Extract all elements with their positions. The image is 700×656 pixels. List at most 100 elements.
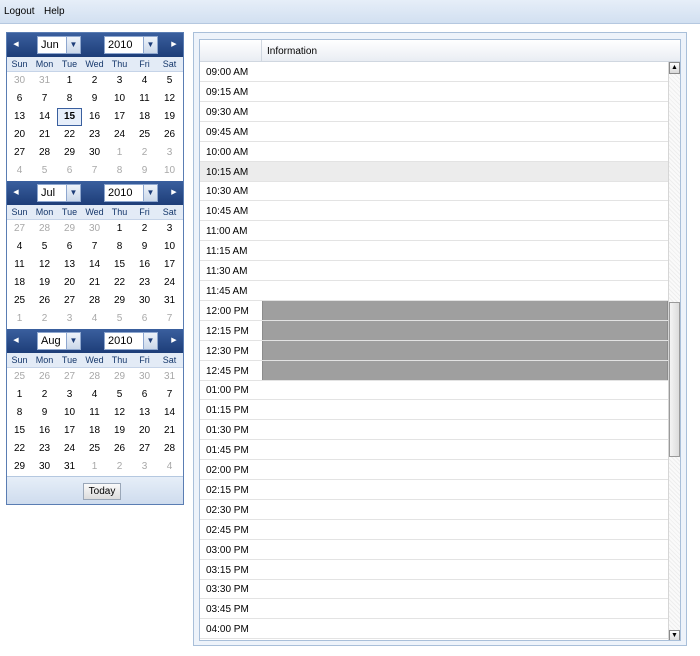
day-cell[interactable]: 10	[157, 162, 182, 180]
next-month-icon[interactable]: ▶	[165, 33, 183, 57]
day-cell[interactable]: 3	[157, 220, 182, 238]
day-cell[interactable]: 31	[157, 292, 182, 310]
day-cell[interactable]: 5	[157, 72, 182, 90]
day-cell[interactable]: 18	[82, 422, 107, 440]
month-select[interactable]: Aug ▼	[37, 332, 81, 350]
day-cell[interactable]: 1	[57, 72, 82, 90]
day-cell[interactable]: 15	[57, 108, 82, 126]
day-cell[interactable]: 9	[32, 404, 57, 422]
day-cell[interactable]: 12	[32, 256, 57, 274]
time-slot-row[interactable]: 01:30 PM	[200, 420, 668, 441]
day-cell[interactable]: 23	[132, 274, 157, 292]
booked-slot[interactable]	[262, 360, 668, 380]
next-month-icon[interactable]: ▶	[165, 181, 183, 205]
day-cell[interactable]: 11	[7, 256, 32, 274]
day-cell[interactable]: 18	[7, 274, 32, 292]
day-cell[interactable]: 20	[7, 126, 32, 144]
year-select[interactable]: 2010 ▼	[104, 332, 158, 350]
day-cell[interactable]: 27	[7, 144, 32, 162]
day-cell[interactable]: 24	[107, 126, 132, 144]
day-cell[interactable]: 8	[107, 238, 132, 256]
day-cell[interactable]: 16	[32, 422, 57, 440]
time-slot-row[interactable]: 11:15 AM	[200, 241, 668, 262]
time-slot-row[interactable]: 09:45 AM	[200, 122, 668, 142]
day-cell[interactable]: 28	[82, 292, 107, 310]
day-cell[interactable]: 9	[132, 162, 157, 180]
day-cell[interactable]: 31	[157, 368, 182, 386]
time-slot-row[interactable]: 01:15 PM	[200, 400, 668, 421]
year-select[interactable]: 2010 ▼	[104, 184, 158, 202]
day-cell[interactable]: 18	[132, 108, 157, 126]
day-cell[interactable]: 24	[57, 440, 82, 458]
day-cell[interactable]: 26	[32, 368, 57, 386]
day-cell[interactable]: 2	[132, 144, 157, 162]
day-cell[interactable]: 4	[7, 238, 32, 256]
day-cell[interactable]: 31	[57, 458, 82, 476]
day-cell[interactable]: 1	[7, 386, 32, 404]
day-cell[interactable]: 5	[107, 386, 132, 404]
day-cell[interactable]: 21	[82, 274, 107, 292]
day-cell[interactable]: 22	[107, 274, 132, 292]
day-cell[interactable]: 27	[57, 292, 82, 310]
time-slot-row[interactable]: 04:00 PM	[200, 619, 668, 640]
day-cell[interactable]: 5	[107, 310, 132, 328]
year-select[interactable]: 2010 ▼	[104, 36, 158, 54]
day-cell[interactable]: 10	[107, 90, 132, 108]
scroll-down-arrow-icon[interactable]: ▼	[669, 630, 680, 640]
day-cell[interactable]: 19	[157, 108, 182, 126]
time-slot-row[interactable]: 12:30 PM	[200, 340, 668, 361]
day-cell[interactable]: 22	[7, 440, 32, 458]
day-cell[interactable]: 29	[7, 458, 32, 476]
day-cell[interactable]: 8	[57, 90, 82, 108]
time-slot-row[interactable]: 03:30 PM	[200, 579, 668, 600]
booked-slot[interactable]	[262, 340, 668, 360]
vertical-scrollbar[interactable]: ▲ ▼	[668, 62, 680, 640]
day-cell[interactable]: 8	[107, 162, 132, 180]
day-cell[interactable]: 25	[7, 368, 32, 386]
time-slot-row[interactable]: 02:15 PM	[200, 480, 668, 500]
day-cell[interactable]: 9	[132, 238, 157, 256]
day-cell[interactable]: 21	[32, 126, 57, 144]
time-slot-row[interactable]: 10:00 AM	[200, 142, 668, 162]
next-month-icon[interactable]: ▶	[165, 329, 183, 353]
day-cell[interactable]: 9	[82, 90, 107, 108]
day-cell[interactable]: 24	[157, 274, 182, 292]
time-slot-row[interactable]: 12:00 PM	[200, 300, 668, 321]
day-cell[interactable]: 2	[107, 458, 132, 476]
scroll-thumb[interactable]	[669, 302, 680, 457]
time-slot-row[interactable]: 03:15 PM	[200, 560, 668, 580]
day-cell[interactable]: 29	[57, 144, 82, 162]
day-cell[interactable]: 17	[57, 422, 82, 440]
day-cell[interactable]: 20	[57, 274, 82, 292]
day-cell[interactable]: 17	[157, 256, 182, 274]
day-cell[interactable]: 4	[157, 458, 182, 476]
day-cell[interactable]: 28	[32, 144, 57, 162]
month-select[interactable]: Jun ▼	[37, 36, 81, 54]
day-cell[interactable]: 4	[132, 72, 157, 90]
day-cell[interactable]: 23	[82, 126, 107, 144]
day-cell[interactable]: 26	[32, 292, 57, 310]
day-cell[interactable]: 2	[32, 386, 57, 404]
day-cell[interactable]: 7	[157, 310, 182, 328]
day-cell[interactable]: 20	[132, 422, 157, 440]
time-slot-row[interactable]: 11:45 AM	[200, 281, 668, 301]
day-cell[interactable]: 31	[32, 72, 57, 90]
day-cell[interactable]: 5	[32, 238, 57, 256]
day-cell[interactable]: 3	[157, 144, 182, 162]
time-slot-row[interactable]: 02:00 PM	[200, 460, 668, 480]
day-cell[interactable]: 19	[107, 422, 132, 440]
day-cell[interactable]: 6	[7, 90, 32, 108]
day-cell[interactable]: 15	[7, 422, 32, 440]
time-slot-row[interactable]: 09:00 AM	[200, 62, 668, 82]
day-cell[interactable]: 14	[32, 108, 57, 126]
prev-month-icon[interactable]: ◀	[7, 181, 25, 205]
day-cell[interactable]: 8	[7, 404, 32, 422]
time-slot-row[interactable]: 11:30 AM	[200, 261, 668, 281]
help-link[interactable]: Help	[44, 6, 65, 17]
day-cell[interactable]: 6	[132, 386, 157, 404]
time-slot-row[interactable]: 02:30 PM	[200, 500, 668, 520]
day-cell[interactable]: 28	[32, 220, 57, 238]
day-cell[interactable]: 14	[82, 256, 107, 274]
day-cell[interactable]: 30	[132, 368, 157, 386]
day-cell[interactable]: 1	[107, 220, 132, 238]
